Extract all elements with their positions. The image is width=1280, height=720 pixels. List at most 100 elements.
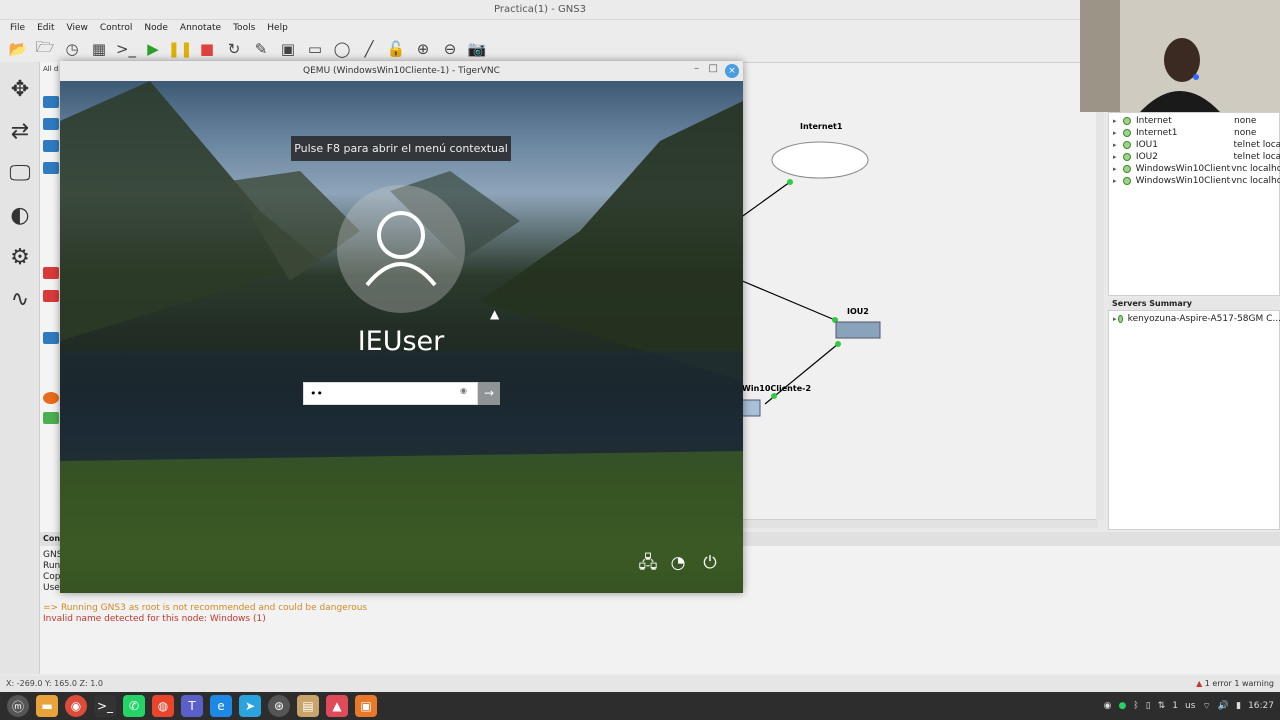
browse-all-devices-icon[interactable]: ⚙ (5, 242, 35, 272)
files-icon[interactable]: ▬ (36, 695, 58, 717)
snapshot-icon[interactable]: ◷ (62, 39, 82, 59)
start-menu-icon[interactable]: ⓜ (7, 695, 29, 717)
topology-row[interactable]: ▸ WindowsWin10Cliente-2vnc localho (1113, 175, 1280, 187)
status-dot-icon (1122, 177, 1131, 185)
vnc-viewer-icon[interactable]: ▣ (355, 695, 377, 717)
reveal-password-icon[interactable]: ◉ (460, 386, 467, 395)
node-label-internet1: Internet1 (800, 122, 843, 131)
menu-tools[interactable]: Tools (227, 20, 261, 36)
browse-routers-icon[interactable]: ✥ (5, 74, 35, 104)
draw-rectangle-icon[interactable]: ▭ (305, 39, 325, 59)
teams-icon[interactable]: T (181, 695, 203, 717)
switch-icon[interactable] (835, 321, 881, 339)
bluetooth-icon[interactable]: ᛒ (1133, 701, 1138, 711)
whatsapp-tray-icon[interactable]: ● (1119, 701, 1127, 711)
zoom-out-icon[interactable]: ⊖ (440, 39, 460, 59)
device-item[interactable] (43, 267, 59, 279)
device-item[interactable] (43, 162, 59, 174)
close-button[interactable]: × (725, 64, 739, 78)
expand-arrow-icon[interactable]: ▸ (1113, 165, 1123, 173)
expand-arrow-icon[interactable]: ▸ (1113, 129, 1123, 137)
device-item[interactable] (43, 140, 59, 152)
submit-password-button[interactable]: → (478, 382, 500, 405)
screen-recorder-icon[interactable]: ◍ (152, 695, 174, 717)
battery-icon[interactable]: ▮ (1236, 701, 1241, 711)
screenshot-icon[interactable]: 📷 (467, 39, 487, 59)
link-internet1[interactable] (740, 181, 791, 219)
topology-row[interactable]: ▸ Internet none (1113, 115, 1280, 127)
whatsapp-icon[interactable]: ✆ (123, 695, 145, 717)
firefox-device-icon[interactable] (43, 392, 59, 404)
clipboard-icon[interactable]: ▯ (1146, 701, 1151, 711)
device-item[interactable] (43, 332, 59, 344)
password-field[interactable]: •• (303, 382, 478, 405)
expand-arrow-icon[interactable]: ▸ (1113, 153, 1123, 161)
menu-node[interactable]: Node (138, 20, 174, 36)
device-item[interactable] (43, 290, 59, 302)
telegram-icon[interactable]: ➤ (239, 695, 261, 717)
start-all-icon[interactable]: ▶ (143, 39, 163, 59)
keyboard-layout[interactable]: us (1185, 701, 1195, 711)
menu-view[interactable]: View (61, 20, 94, 36)
menu-file[interactable]: File (4, 20, 31, 36)
zoom-in-icon[interactable]: ⊕ (413, 39, 433, 59)
browse-security-icon[interactable]: ◐ (5, 200, 35, 230)
console-warning: => Running GNS3 as root is not recommend… (43, 603, 368, 613)
menu-annotate[interactable]: Annotate (174, 20, 227, 36)
menu-control[interactable]: Control (94, 20, 139, 36)
canvas-horizontal-scrollbar[interactable] (740, 520, 1098, 528)
gns3-icon[interactable]: ⊛ (268, 695, 290, 717)
notification-count[interactable]: 1 (1172, 701, 1178, 711)
insert-image-icon[interactable]: ▣ (278, 39, 298, 59)
clock[interactable]: 16:27 (1248, 701, 1274, 711)
link-iou2[interactable] (740, 279, 836, 321)
network-status-icon[interactable]: 🖧 (636, 551, 660, 575)
show-interface-labels-icon[interactable]: ▦ (89, 39, 109, 59)
topology-row[interactable]: ▸ IOU1 telnet loca (1113, 139, 1280, 151)
power-icon[interactable]: ⏻ (698, 551, 722, 575)
device-item[interactable] (43, 118, 59, 130)
expand-arrow-icon[interactable]: ▸ (1113, 117, 1123, 125)
servers-summary-panel: ▸ kenyozuna-Aspire-A517-58GM C... (1108, 310, 1280, 530)
minimize-button[interactable]: – (694, 63, 699, 74)
menu-help[interactable]: Help (261, 20, 294, 36)
expand-arrow-icon[interactable]: ▸ (1113, 141, 1123, 149)
server-row[interactable]: ▸ kenyozuna-Aspire-A517-58GM C... (1113, 313, 1280, 325)
browse-switches-icon[interactable]: ⇄ (5, 116, 35, 146)
new-project-icon[interactable]: 📂 (8, 39, 28, 59)
menu-edit[interactable]: Edit (31, 20, 60, 36)
suspend-all-icon[interactable]: ❚❚ (167, 39, 192, 59)
add-link-icon[interactable]: ∿ (5, 284, 35, 314)
stop-all-icon[interactable]: ■ (197, 39, 217, 59)
edge-icon[interactable]: e (210, 695, 232, 717)
draw-line-icon[interactable]: ╱ (359, 39, 379, 59)
canvas-vertical-scrollbar[interactable] (1096, 62, 1104, 520)
chrome-icon[interactable]: ◉ (65, 695, 87, 717)
computer-icon[interactable] (740, 399, 761, 417)
cloud-icon[interactable] (771, 141, 869, 179)
open-project-icon[interactable]: 🗁 (35, 38, 55, 59)
network-icon[interactable]: ⇅ (1158, 701, 1166, 711)
maximize-button[interactable]: □ (709, 63, 718, 74)
device-item[interactable] (43, 412, 59, 424)
topology-row[interactable]: ▸ Internet1 none (1113, 127, 1280, 139)
status-errors[interactable]: ▲ 1 error 1 warning (1196, 676, 1274, 692)
image-viewer-icon[interactable]: ▲ (326, 695, 348, 717)
expand-arrow-icon[interactable]: ▸ (1113, 177, 1123, 185)
wifi-icon[interactable]: ⌔ (1202, 701, 1210, 712)
reload-all-icon[interactable]: ↻ (224, 39, 244, 59)
volume-icon[interactable]: 🔊 (1218, 701, 1229, 711)
console-all-icon[interactable]: >_ (116, 39, 136, 59)
add-note-icon[interactable]: ✎ (251, 39, 271, 59)
draw-ellipse-icon[interactable]: ◯ (332, 39, 352, 59)
topology-row[interactable]: ▸ WindowsWin10Cliente-1vnc localho (1113, 163, 1280, 175)
device-item[interactable] (43, 96, 59, 108)
app-icon[interactable]: ▤ (297, 695, 319, 717)
obs-icon[interactable]: ◉ (1104, 701, 1112, 711)
ease-of-access-icon[interactable]: ◔ (666, 551, 690, 575)
windows-lock-screen[interactable]: Pulse F8 para abrir el menú contextual I… (60, 81, 743, 593)
terminal-icon[interactable]: >_ (94, 695, 116, 717)
topology-row[interactable]: ▸ IOU2 telnet loca (1113, 151, 1280, 163)
lock-icon[interactable]: 🔓 (386, 39, 406, 59)
browse-end-devices-icon[interactable]: 🖵 (5, 158, 35, 188)
